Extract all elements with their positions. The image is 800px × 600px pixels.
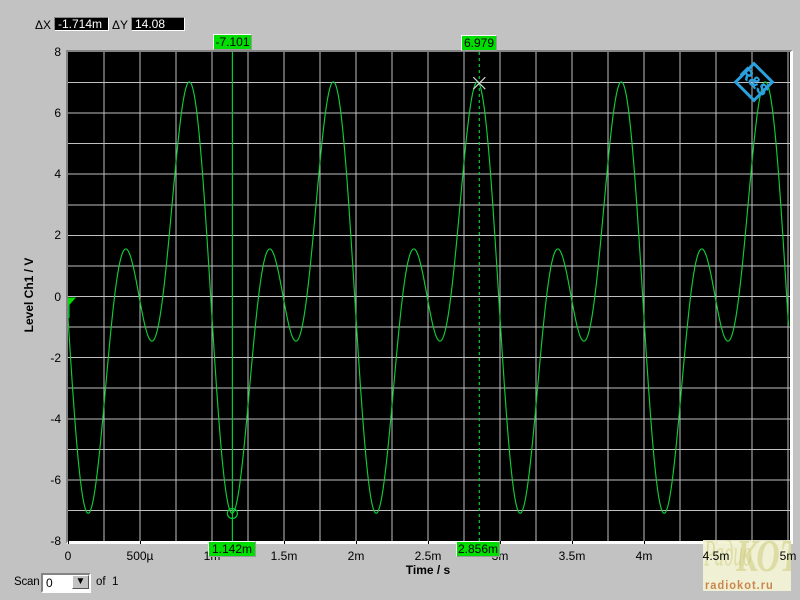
svg-text:R&S: R&S	[736, 64, 771, 99]
